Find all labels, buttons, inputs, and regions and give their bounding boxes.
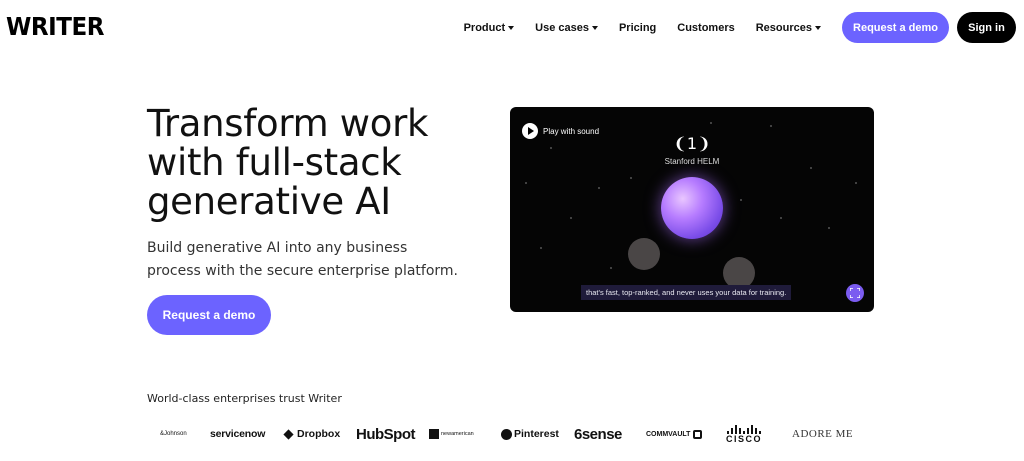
star-dot bbox=[610, 267, 612, 269]
play-label: Play with sound bbox=[543, 126, 600, 136]
headline-line: with full-stack bbox=[147, 141, 402, 184]
play-icon bbox=[522, 123, 538, 139]
chevron-down-icon bbox=[508, 25, 515, 30]
star-dot bbox=[810, 167, 812, 169]
star-dot bbox=[540, 247, 542, 249]
logo-servicenow: servicenow bbox=[210, 428, 266, 440]
rank-number: ❨1❩ bbox=[673, 134, 711, 153]
logo-6sense: 6sense bbox=[574, 425, 622, 443]
play-with-sound-button[interactable]: Play with sound bbox=[522, 123, 599, 139]
nav-item-label: Resources bbox=[755, 21, 812, 34]
logo-cisco: CISCO bbox=[726, 420, 762, 448]
hero-subtext: Build generative AI into any business pr… bbox=[147, 237, 477, 283]
subtext-line: Build generative AI into any business bbox=[147, 240, 408, 256]
nav-item-customers[interactable]: Customers bbox=[677, 22, 734, 34]
logo-pinterest: Pinterest bbox=[501, 420, 559, 448]
chevron-down-icon bbox=[815, 25, 821, 30]
nav-item-label: Product bbox=[463, 21, 506, 34]
dropbox-icon bbox=[283, 428, 294, 440]
sign-in-button[interactable]: Sign in bbox=[957, 12, 1016, 43]
expand-icon[interactable] bbox=[846, 284, 864, 302]
nav-item-label: Pricing bbox=[618, 21, 657, 34]
logo-dropbox: Dropbox bbox=[283, 420, 340, 448]
star-dot bbox=[598, 187, 600, 189]
star-dot bbox=[855, 182, 857, 184]
star-dot bbox=[525, 182, 527, 184]
star-dot bbox=[630, 177, 632, 179]
star-dot bbox=[550, 147, 552, 149]
star-dot bbox=[780, 217, 782, 219]
purple-orb bbox=[661, 177, 723, 239]
chevron-down-icon bbox=[591, 25, 598, 30]
laurel-icon: ❨ bbox=[673, 134, 687, 153]
headline-line: generative AI bbox=[147, 180, 391, 223]
star-dot bbox=[570, 217, 572, 219]
logo-adore-me: ADORE ME bbox=[792, 428, 854, 440]
nav-item-product[interactable]: Product bbox=[464, 22, 515, 34]
rank-label: Stanford HELM bbox=[664, 157, 720, 166]
pinterest-icon bbox=[501, 428, 512, 440]
nav-item-label: Customers bbox=[677, 21, 735, 34]
nav-item-label: Use cases bbox=[535, 21, 589, 34]
writer-logo[interactable]: WRITER bbox=[6, 12, 104, 41]
hero-request-demo-button[interactable]: Request a demo bbox=[147, 295, 271, 335]
main-nav: Product Use cases Pricing Customers Reso… bbox=[464, 12, 1016, 43]
trust-title: World-class enterprises trust Writer bbox=[147, 392, 342, 405]
star-dot bbox=[740, 199, 742, 201]
hero-headline: Transform work with full-stack generativ… bbox=[147, 104, 487, 221]
video-caption: that's fast, top-ranked, and never uses … bbox=[581, 285, 792, 300]
request-demo-button[interactable]: Request a demo bbox=[842, 12, 949, 43]
nav-item-resources[interactable]: Resources bbox=[756, 22, 821, 34]
nav-item-pricing[interactable]: Pricing bbox=[619, 22, 656, 34]
hero-video[interactable]: Play with sound ❨1❩ Stanford HELM that's… bbox=[510, 107, 874, 312]
nafi-icon bbox=[429, 429, 439, 439]
logo-johnson: &Johnson bbox=[160, 431, 187, 437]
star-dot bbox=[710, 122, 712, 124]
subtext-line: process with the secure enterprise platf… bbox=[147, 263, 458, 279]
star-dot bbox=[828, 227, 830, 229]
laurel-icon: ❩ bbox=[697, 134, 711, 153]
cisco-bars-icon bbox=[726, 424, 762, 434]
logo-commvault: COMMVAULT bbox=[646, 420, 703, 448]
customer-logos: &Johnson servicenow Dropbox HubSpot newa… bbox=[160, 420, 860, 448]
headline-line: Transform work bbox=[147, 102, 429, 145]
logo-newamerican: newamerican bbox=[429, 420, 474, 448]
star-dot bbox=[770, 125, 772, 127]
fullscreen-icon bbox=[850, 288, 860, 298]
logo-hubspot: HubSpot bbox=[356, 425, 415, 443]
gray-sphere bbox=[628, 238, 660, 270]
commvault-icon bbox=[693, 429, 703, 439]
nav-item-use-cases[interactable]: Use cases bbox=[535, 22, 598, 34]
